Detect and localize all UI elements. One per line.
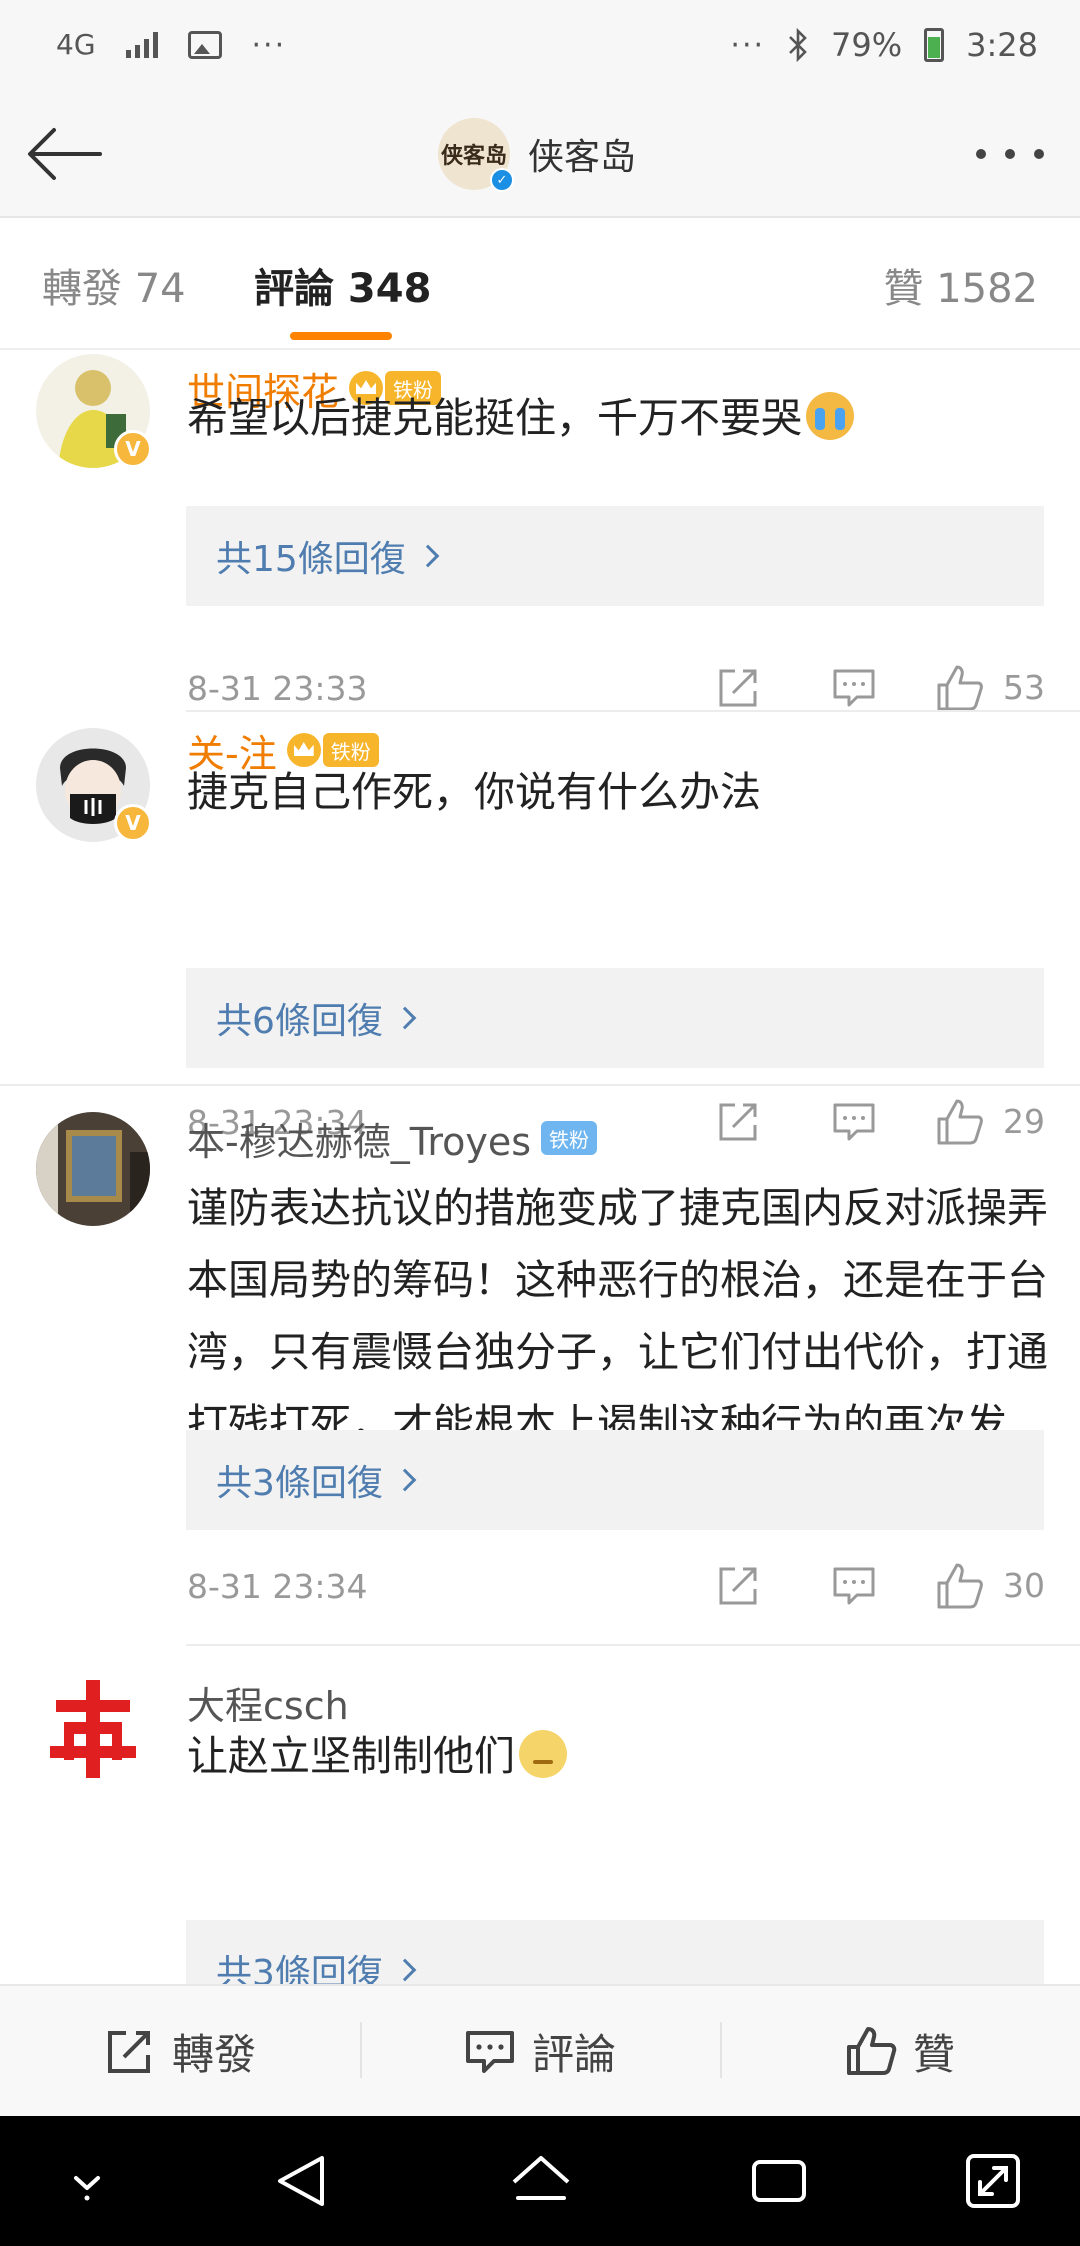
- header-bar: 侠客岛 ✓ 侠客岛: [0, 90, 1080, 218]
- comment-actions: 53: [705, 658, 1045, 718]
- like-count: 53: [1003, 668, 1045, 707]
- active-tab-indicator: [290, 332, 392, 340]
- verified-badge-icon: V: [114, 430, 152, 468]
- tab-reposts[interactable]: 轉發 74: [42, 256, 186, 314]
- gallery-notification-icon: [187, 31, 222, 59]
- network-indicator: 4G: [56, 28, 96, 61]
- back-button[interactable]: [26, 116, 106, 192]
- comment-timestamp: 8-31 23:33: [187, 668, 368, 708]
- replies-count: 共3條回復: [216, 1463, 383, 1504]
- comment-divider: [186, 1644, 1080, 1646]
- more-dot-icon: [976, 149, 986, 159]
- comment-icon[interactable]: [831, 1099, 877, 1145]
- repost-label: 轉發: [171, 2029, 256, 2079]
- clock: 3:28: [966, 26, 1038, 64]
- status-bar-right: ··· 79% 3:28: [730, 26, 1038, 64]
- header-account[interactable]: 侠客岛 ✓ 侠客岛: [438, 114, 636, 194]
- account-avatar[interactable]: 侠客岛 ✓: [438, 118, 514, 192]
- crying-emoji-icon: [806, 392, 854, 440]
- replies-count: 共3條回復: [216, 1953, 383, 1984]
- status-overflow-right: ···: [730, 27, 766, 63]
- signal-icon: [125, 32, 158, 58]
- like-icon[interactable]: [935, 1561, 985, 1611]
- share-icon[interactable]: [715, 1563, 761, 1609]
- view-replies-button[interactable]: 共15條回復: [186, 506, 1044, 606]
- bottom-action-bar: 轉發 評論 贊: [0, 1984, 1080, 2116]
- comment-list[interactable]: V 世间探花 铁粉 希望以后捷克能挺住，千万不要哭 共15條回復 8-31 23…: [0, 352, 1080, 1984]
- home-nav-icon[interactable]: [506, 2146, 576, 2216]
- back-nav-icon[interactable]: [268, 2146, 338, 2216]
- battery-percent: 79%: [831, 26, 903, 64]
- comment-timestamp: 8-31 23:34: [187, 1566, 368, 1606]
- more-dot-icon: [1005, 149, 1015, 159]
- share-icon[interactable]: [715, 1099, 761, 1145]
- account-name[interactable]: 侠客岛: [528, 128, 636, 180]
- recent-apps-icon[interactable]: [744, 2146, 814, 2216]
- chevron-right-icon: [416, 544, 440, 568]
- comment-icon[interactable]: [831, 665, 877, 711]
- chevron-right-icon: [393, 1468, 417, 1492]
- comment-divider: [186, 710, 1080, 712]
- verified-badge-icon: V: [114, 804, 152, 842]
- fan-badge: 铁粉: [541, 1121, 598, 1155]
- hide-keyboard-icon[interactable]: [52, 2146, 122, 2216]
- view-replies-button[interactable]: 共6條回復: [186, 968, 1044, 1068]
- system-navigation-bar: [0, 2116, 1080, 2246]
- like-icon[interactable]: [935, 663, 985, 713]
- comment-divider: [0, 1084, 1080, 1086]
- tab-comments[interactable]: 評論 348: [254, 256, 431, 314]
- comment-button[interactable]: 評論: [360, 1986, 720, 2116]
- comment-icon[interactable]: [831, 1563, 877, 1609]
- back-arrow-icon: [28, 128, 102, 180]
- avatar-image: [36, 1672, 150, 1786]
- comment-label: 評論: [531, 2029, 616, 2079]
- comment-actions: 29: [705, 1092, 1045, 1152]
- like-count: 30: [1003, 1566, 1045, 1605]
- chevron-right-icon: [393, 1958, 417, 1982]
- more-options-button[interactable]: [970, 126, 1050, 182]
- share-icon[interactable]: [715, 665, 761, 711]
- status-bar: 4G ··· ··· 79% 3:28: [0, 0, 1080, 90]
- comment-actions: 30: [705, 1556, 1045, 1616]
- like-label: 贊: [912, 2029, 955, 2079]
- more-dot-icon: [1034, 149, 1044, 159]
- bluetooth-icon: [789, 28, 807, 62]
- comment-icon: [465, 2031, 514, 2073]
- status-bar-left: 4G ···: [56, 28, 286, 63]
- comment-text: 捷克自己作死，你说有什么办法: [187, 768, 761, 816]
- tab-bar: 轉發 74 評論 348 贊 1582: [0, 218, 1080, 350]
- like-icon: [846, 2027, 897, 2075]
- tab-likes[interactable]: 贊 1582: [883, 256, 1038, 314]
- view-replies-button[interactable]: 共3條回復: [186, 1920, 1044, 1984]
- commenter-name-row: 大程csch: [187, 1678, 349, 1728]
- avatar-image: [36, 1112, 150, 1226]
- commenter-name[interactable]: 本-穆达赫德_Troyes: [187, 1111, 531, 1166]
- comment-item: V 世间探花 铁粉 希望以后捷克能挺住，千万不要哭 共15條回復 8-31 23…: [0, 352, 1080, 712]
- view-replies-button[interactable]: 共3條回復: [186, 1430, 1044, 1530]
- like-count: 29: [1003, 1102, 1045, 1141]
- status-overflow-left: ···: [251, 27, 287, 63]
- commenter-avatar[interactable]: [36, 1672, 150, 1786]
- account-avatar-logo: 侠客岛: [440, 143, 507, 169]
- commenter-avatar[interactable]: V: [36, 354, 152, 468]
- repost-button[interactable]: 轉發: [0, 1986, 360, 2116]
- commenter-avatar[interactable]: [36, 1112, 150, 1226]
- expand-screen-icon[interactable]: [958, 2146, 1028, 2216]
- comment-meta: 8-31 23:33 53: [187, 658, 1045, 718]
- chevron-right-icon: [393, 1006, 417, 1030]
- verified-badge-icon: ✓: [490, 168, 514, 192]
- comment-text: 让赵立坚制制他们: [187, 1720, 1049, 1792]
- like-button[interactable]: 贊: [720, 1986, 1080, 2116]
- replies-count: 共6條回復: [216, 1001, 383, 1042]
- battery-icon: [924, 28, 945, 62]
- commenter-avatar[interactable]: V: [36, 728, 152, 842]
- comment-meta: 8-31 23:34 30: [187, 1556, 1045, 1616]
- comment-text: 希望以后捷克能挺住，千万不要哭: [187, 382, 1049, 454]
- thinking-emoji-icon: [519, 1730, 567, 1778]
- commenter-name-row: 本-穆达赫德_Troyes 铁粉: [187, 1114, 598, 1164]
- replies-count: 共15條回復: [216, 539, 406, 580]
- share-icon: [107, 2031, 150, 2073]
- like-icon[interactable]: [935, 1097, 985, 1147]
